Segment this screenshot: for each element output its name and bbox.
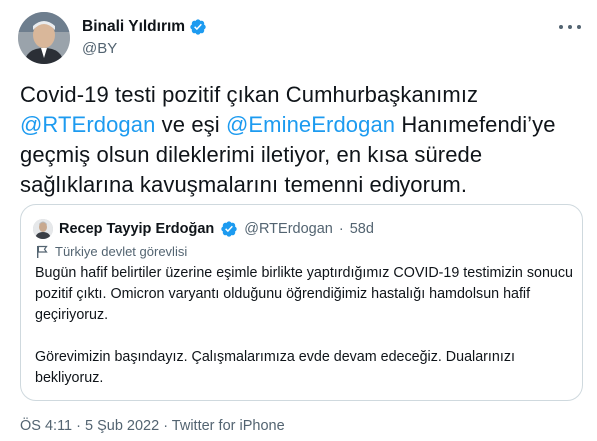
verified-badge-icon xyxy=(190,19,206,35)
tweet-text-line3: geçmiş olsun dileklerimi iletiyor, en kı… xyxy=(20,142,483,167)
quoted-tweet-text: Bugün hafif belirtiler üzerine eşimle bi… xyxy=(35,263,575,389)
tweet: Binali Yıldırım @BY Covid-19 testi pozit… xyxy=(0,0,597,441)
quoted-tweet-card[interactable]: Recep Tayyip Erdoğan @RTErdogan · 58d Tü… xyxy=(20,204,583,401)
tweet-text-line1: Covid-19 testi pozitif çıkan Cumhurbaşka… xyxy=(20,82,479,107)
quoted-separator-dot: · xyxy=(338,221,344,237)
tweet-text-mid: ve eşi xyxy=(155,112,226,137)
author-name-text[interactable]: Binali Yıldırım xyxy=(82,18,185,36)
government-label: Türkiye devlet görevlisi xyxy=(35,244,187,259)
mention-rterdogan[interactable]: @RTErdogan xyxy=(20,112,155,137)
avatar-photo xyxy=(18,12,70,64)
quoted-author-handle[interactable]: @RTErdogan xyxy=(244,221,333,237)
quoted-tweet-header: Recep Tayyip Erdoğan @RTErdogan · 58d xyxy=(33,219,374,239)
author-name[interactable]: Binali Yıldırım xyxy=(82,18,207,36)
quoted-paragraph-1: Bugün hafif belirtiler üzerine eşimle bi… xyxy=(35,265,573,323)
quoted-paragraph-2: Görevimizin başındayız. Çalışmalarımıza … xyxy=(35,349,515,386)
quoted-verified-badge-icon xyxy=(221,221,237,237)
quoted-timestamp[interactable]: 58d xyxy=(350,221,374,237)
author-handle[interactable]: @BY xyxy=(82,40,117,57)
tweet-text: Covid-19 testi pozitif çıkan Cumhurbaşka… xyxy=(20,80,580,200)
quoted-author-name[interactable]: Recep Tayyip Erdoğan xyxy=(59,221,214,237)
tweet-text-end: Hanımefendi’ye xyxy=(395,112,556,137)
avatar[interactable] xyxy=(18,12,70,64)
quoted-avatar-photo xyxy=(33,219,53,239)
mention-emineerdogan[interactable]: @EmineErdogan xyxy=(226,112,395,137)
quoted-avatar[interactable] xyxy=(33,219,53,239)
tweet-metadata: ÖS 4:11 · 5 Şub 2022 · Twitter for iPhon… xyxy=(20,418,285,434)
tweet-text-line4: sağlıklarına kavuşmalarını temenni ediyo… xyxy=(20,172,468,197)
government-label-text: Türkiye devlet görevlisi xyxy=(55,244,188,259)
more-options-icon[interactable] xyxy=(559,22,581,32)
flag-icon xyxy=(37,245,48,258)
